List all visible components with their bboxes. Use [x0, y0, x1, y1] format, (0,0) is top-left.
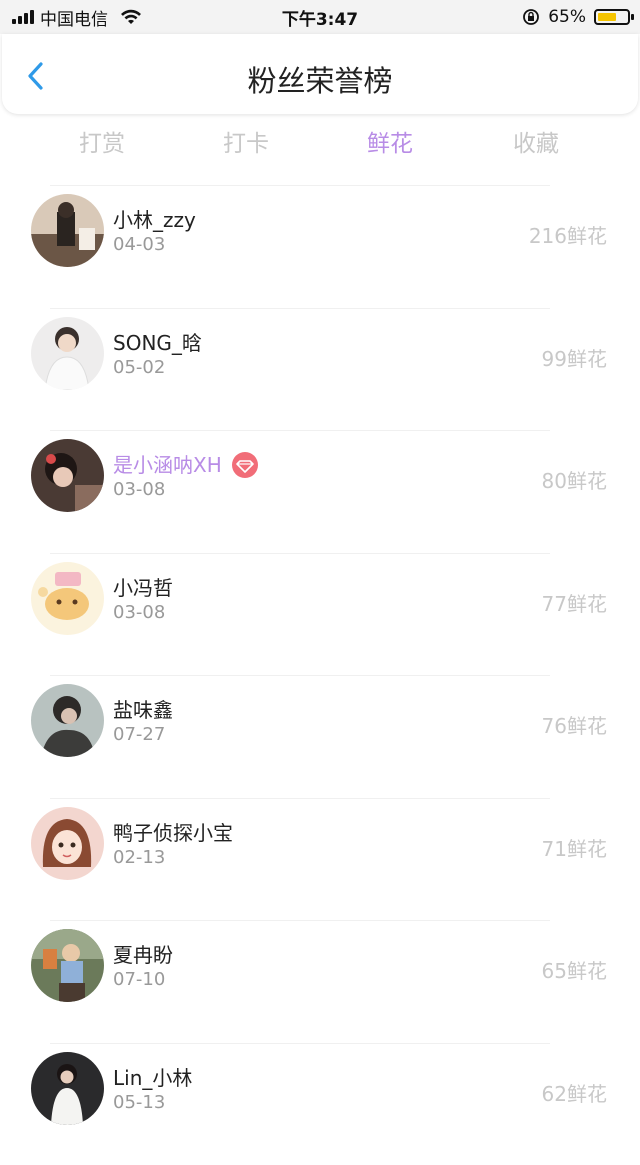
fan-name: 是小涵呐XH [113, 449, 258, 480]
tab-favorites[interactable]: 收藏 [476, 124, 596, 158]
flower-count: 80鲜花 [542, 465, 607, 494]
fan-name: Lin_小林 [113, 1062, 192, 1091]
fan-name: 盐味鑫 [113, 694, 173, 723]
fan-date: 03-08 [113, 479, 165, 500]
flower-count: 65鲜花 [542, 955, 607, 984]
avatar[interactable] [31, 562, 104, 635]
avatar[interactable] [31, 929, 104, 1002]
divider [50, 553, 550, 554]
flower-count: 216鲜花 [529, 220, 607, 249]
fan-date: 05-13 [113, 1092, 165, 1113]
tab-checkin[interactable]: 打卡 [186, 124, 306, 158]
fan-name: 夏冉盼 [113, 939, 173, 968]
battery-percent: 65% [548, 7, 586, 27]
tab-flowers[interactable]: 鲜花 [330, 124, 450, 158]
tab-reward[interactable]: 打赏 [42, 124, 162, 158]
divider [50, 675, 550, 676]
status-right: 65% [522, 7, 630, 27]
tab-bar: 打赏 打卡 鲜花 收藏 [0, 124, 640, 164]
list-item[interactable]: Lin_小林 05-13 62鲜花 [0, 1043, 640, 1165]
list-item[interactable]: 小林_zzy 04-03 216鲜花 [0, 185, 640, 308]
list-item[interactable]: 鸭子侦探小宝 02-13 71鲜花 [0, 798, 640, 921]
rotation-lock-icon [522, 8, 540, 26]
list-item[interactable]: 盐味鑫 07-27 76鲜花 [0, 675, 640, 798]
fan-list: 小林_zzy 04-03 216鲜花 SONG_晗 05-02 99鲜花 是小涵… [0, 185, 640, 1165]
page-title: 粉丝荣誉榜 [2, 58, 638, 100]
fan-name: 鸭子侦探小宝 [113, 817, 233, 846]
nav-header: 粉丝荣誉榜 [2, 34, 638, 114]
divider [50, 798, 550, 799]
avatar[interactable] [31, 684, 104, 757]
divider [50, 308, 550, 309]
diamond-badge-icon [232, 452, 258, 478]
list-item[interactable]: 小冯哲 03-08 77鲜花 [0, 553, 640, 676]
fan-date: 04-03 [113, 234, 165, 255]
avatar[interactable] [31, 439, 104, 512]
flower-count: 71鲜花 [542, 833, 607, 862]
flower-count: 99鲜花 [542, 343, 607, 372]
avatar[interactable] [31, 194, 104, 267]
flower-count: 76鲜花 [542, 710, 607, 739]
avatar[interactable] [31, 1052, 104, 1125]
fan-name: SONG_晗 [113, 327, 202, 356]
list-item[interactable]: 夏冉盼 07-10 65鲜花 [0, 920, 640, 1043]
divider [50, 185, 550, 186]
fan-name: 小冯哲 [113, 572, 173, 601]
fan-name: 小林_zzy [113, 204, 196, 233]
fan-date: 05-02 [113, 357, 165, 378]
fan-date: 07-27 [113, 724, 165, 745]
fan-date: 03-08 [113, 602, 165, 623]
fan-date: 02-13 [113, 847, 165, 868]
fan-name-text: 是小涵呐XH [113, 453, 222, 477]
fan-date: 07-10 [113, 969, 165, 990]
avatar[interactable] [31, 807, 104, 880]
battery-fill [598, 13, 616, 21]
status-bar: 中国电信 下午3:47 65% [0, 0, 640, 34]
divider [50, 920, 550, 921]
flower-count: 77鲜花 [542, 588, 607, 617]
list-item[interactable]: 是小涵呐XH 03-08 80鲜花 [0, 430, 640, 553]
list-item[interactable]: SONG_晗 05-02 99鲜花 [0, 308, 640, 431]
avatar[interactable] [31, 317, 104, 390]
divider [50, 430, 550, 431]
flower-count: 62鲜花 [542, 1078, 607, 1107]
divider [50, 1043, 550, 1044]
battery-icon [594, 9, 630, 25]
